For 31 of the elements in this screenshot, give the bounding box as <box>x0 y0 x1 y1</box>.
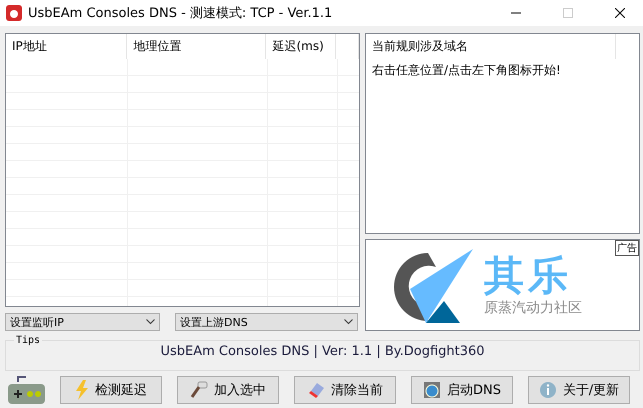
ad-tagline: 原蒸汽动力社区 <box>484 299 582 317</box>
group-label: Tips <box>15 335 42 346</box>
toolbar-button[interactable]: 检测延迟 <box>60 376 162 404</box>
column-header[interactable]: 延迟(ms) <box>266 34 336 59</box>
column-header[interactable]: 地理位置 <box>127 34 266 59</box>
eraser-icon <box>307 382 325 398</box>
toolbar-button[interactable]: 关于/更新 <box>528 376 630 404</box>
dropdown[interactable]: 设置监听IP <box>5 313 160 331</box>
gamepad-icon[interactable] <box>8 376 45 404</box>
tips-text: UsbEAm Consoles DNS | Ver: 1.1 | By.Dogfight360 <box>159 344 486 359</box>
column-header[interactable]: IP地址 <box>6 34 128 59</box>
column-header[interactable]: 当前规则涉及域名 <box>366 34 616 59</box>
maximize-icon <box>563 8 573 18</box>
toolbar-button[interactable]: 加入选中 <box>177 376 279 404</box>
toolbar-button[interactable]: 启动DNS <box>411 376 513 404</box>
info-icon <box>538 381 557 399</box>
dropdown[interactable]: 设置上游DNS <box>175 313 358 331</box>
chevron-down-icon <box>344 319 353 325</box>
ad-banner[interactable]: 广告 其乐 原蒸汽动力社区 <box>365 239 640 331</box>
window-title: UsbEAm Consoles DNS - 测速模式: TCP - Ver.1.1 <box>28 5 334 22</box>
ip-list[interactable]: IP地址 地理位置 延迟(ms) <box>5 33 360 307</box>
ad-brand: 其乐 <box>484 253 573 299</box>
lightning-icon <box>75 380 89 400</box>
ad-badge: 广告 <box>615 240 639 256</box>
list-item: 右击任意位置/点击左下角图标开始! <box>371 62 562 79</box>
chevron-down-icon <box>146 319 155 325</box>
paint-roller-icon <box>190 381 208 399</box>
domain-list[interactable]: 当前规则涉及域名 右击任意位置/点击左下角图标开始! <box>365 33 640 234</box>
close-icon <box>615 8 625 18</box>
toolbar-button[interactable]: 清除当前 <box>294 376 396 404</box>
app-icon <box>6 5 22 21</box>
